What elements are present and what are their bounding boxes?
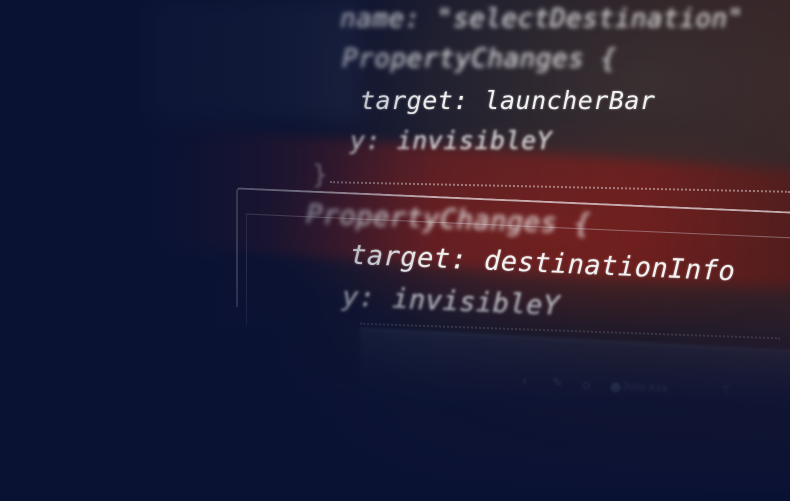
pin-icon[interactable]: ⊤: [720, 384, 731, 399]
editor-screen: name: "selectDestination" PropertyChange…: [0, 0, 790, 501]
blurred-sidebar-panel: [150, 0, 360, 120]
user-icon[interactable]: ●: [610, 380, 621, 395]
user-label: John Kirk: [621, 380, 669, 396]
code-line-property-changes-1: PropertyChanges {: [342, 44, 617, 74]
code-line-state-name: name: "selectDestination": [340, 4, 744, 34]
edit-icon[interactable]: ✎: [552, 376, 563, 391]
home-icon[interactable]: ⌂: [582, 378, 590, 393]
closing-brace-glyph: }: [312, 160, 328, 190]
back-icon[interactable]: ‹: [522, 374, 527, 389]
code-line-target-launcherbar: target: launcherBar: [360, 86, 656, 115]
code-line-y-invisible-1: y: invisibleY: [350, 126, 553, 155]
